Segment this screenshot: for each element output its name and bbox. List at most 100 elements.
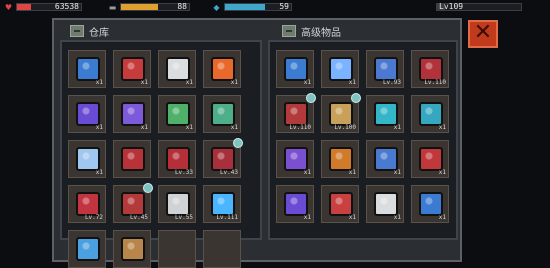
wood-rod-icon bbox=[121, 237, 145, 261]
red-chip-icon bbox=[419, 147, 443, 171]
blue-chip-icon bbox=[374, 147, 398, 171]
item-quantity: x1 bbox=[185, 124, 193, 131]
red-armor-icon bbox=[419, 57, 443, 81]
shield-icon: ▬ bbox=[108, 2, 117, 12]
inventory-slot[interactable]: x1 bbox=[321, 50, 359, 88]
inventory-slot[interactable] bbox=[158, 230, 196, 268]
item-quantity: x1 bbox=[95, 79, 103, 86]
inventory-slot[interactable]: x1 bbox=[68, 50, 106, 88]
inventory-slot[interactable]: Lv.45 bbox=[113, 183, 153, 223]
inventory-slot[interactable] bbox=[113, 140, 151, 178]
inventory-slot[interactable]: x1 bbox=[158, 95, 196, 133]
item-quantity: Lv.111 bbox=[216, 214, 238, 221]
inventory-slot[interactable]: x1 bbox=[113, 95, 151, 133]
inventory-slot[interactable]: Lv.55 bbox=[158, 185, 196, 223]
warehouse-panel: x1 x1 x1 x1 x1 x1 x1 x1 x1 Lv.33 Lv.43 Lv.72 Lv.45 Lv… bbox=[60, 40, 262, 268]
inventory-slot[interactable]: x1 bbox=[68, 140, 106, 178]
cpu-chip-blue-icon bbox=[284, 57, 308, 81]
inventory-slot[interactable]: x1 bbox=[276, 140, 314, 178]
item-quantity: x1 bbox=[303, 214, 311, 221]
inventory-slot[interactable] bbox=[68, 230, 106, 268]
red-blade-icon bbox=[166, 192, 190, 216]
energy-bar-fill bbox=[225, 4, 265, 10]
item-quantity: Lv.110 bbox=[289, 124, 311, 131]
inventory-slot[interactable]: Lv.100 bbox=[321, 93, 361, 133]
item-quantity: Lv.55 bbox=[174, 214, 193, 221]
inventory-slot[interactable]: Lv.43 bbox=[203, 138, 243, 178]
inventory-slot[interactable]: Lv.110 bbox=[276, 93, 316, 133]
advanced-items-header: 高级物品 bbox=[282, 23, 341, 39]
blue-staff-icon bbox=[76, 237, 100, 261]
inventory-slot[interactable]: x1 bbox=[276, 50, 314, 88]
purple-chip-2-icon bbox=[284, 192, 308, 216]
armor-bar-fill bbox=[121, 4, 159, 10]
item-quantity: Lv.45 bbox=[129, 214, 148, 221]
cyan-chip-2-icon bbox=[419, 102, 443, 126]
inventory-slot[interactable]: x1 bbox=[366, 140, 404, 178]
orange-chip-icon bbox=[329, 147, 353, 171]
inventory-slot[interactable]: Lv.93 bbox=[366, 50, 404, 88]
inventory-slot[interactable]: Lv.33 bbox=[158, 140, 196, 178]
inventory-slot[interactable]: Lv.111 bbox=[203, 185, 241, 223]
inventory-slot[interactable]: x1 bbox=[113, 50, 151, 88]
chest-icon bbox=[282, 25, 296, 37]
item-quantity: Lv.110 bbox=[424, 79, 446, 86]
level-value: Lv109 bbox=[439, 2, 464, 11]
close-button[interactable]: ✕ bbox=[468, 20, 498, 48]
hp-bar: 63538 bbox=[16, 2, 82, 11]
new-item-badge bbox=[233, 138, 243, 148]
armor-value: 88 bbox=[177, 2, 187, 11]
item-quantity: x1 bbox=[303, 169, 311, 176]
inventory-slot[interactable]: x1 bbox=[68, 95, 106, 133]
inventory-slot[interactable] bbox=[203, 230, 241, 268]
heart-chip-green-icon bbox=[166, 102, 190, 126]
item-quantity: x1 bbox=[348, 79, 356, 86]
blue-legguards-icon bbox=[374, 57, 398, 81]
heart-chip-teal-icon bbox=[211, 102, 235, 126]
inventory-slot[interactable]: x1 bbox=[158, 50, 196, 88]
item-quantity: x1 bbox=[95, 169, 103, 176]
level-stat: Lv109 bbox=[436, 2, 522, 12]
red-sword-icon bbox=[329, 102, 353, 126]
ice-gem-icon bbox=[76, 147, 100, 171]
energy-icon: ◆ bbox=[213, 2, 220, 12]
cyan-chip-icon bbox=[374, 102, 398, 126]
inventory-slot[interactable]: x1 bbox=[203, 50, 241, 88]
inventory-slot[interactable]: Lv.110 bbox=[411, 50, 449, 88]
inventory-slot[interactable]: x1 bbox=[203, 95, 241, 133]
item-quantity: Lv.93 bbox=[382, 79, 401, 86]
warehouse-header: 仓库 bbox=[70, 23, 109, 39]
hp-bar-fill bbox=[17, 4, 32, 10]
inventory-slot[interactable]: x1 bbox=[411, 95, 449, 133]
inventory-slot[interactable]: x1 bbox=[276, 185, 314, 223]
new-item-badge bbox=[306, 93, 316, 103]
item-quantity: x1 bbox=[230, 124, 238, 131]
shield-chip-purple-icon bbox=[76, 102, 100, 126]
inventory-slot[interactable]: Lv.72 bbox=[68, 185, 106, 223]
shield-chip-violet-icon bbox=[121, 102, 145, 126]
warehouse-grid: x1 x1 x1 x1 x1 x1 x1 x1 x1 Lv.33 Lv.43 Lv.72 Lv.45 Lv… bbox=[68, 50, 243, 268]
red-helmet-icon bbox=[284, 102, 308, 126]
ice-gem-burst-icon bbox=[329, 57, 353, 81]
inventory-slot[interactable] bbox=[113, 230, 151, 268]
item-quantity: Lv.100 bbox=[334, 124, 356, 131]
red-armor-icon bbox=[121, 147, 145, 171]
item-quantity: x1 bbox=[140, 124, 148, 131]
inventory-slot[interactable]: x1 bbox=[366, 185, 404, 223]
item-quantity: Lv.33 bbox=[174, 169, 193, 176]
energy-value: 59 bbox=[279, 2, 289, 11]
inventory-slot[interactable]: x1 bbox=[321, 185, 359, 223]
item-quantity: x1 bbox=[348, 214, 356, 221]
item-quantity: x1 bbox=[230, 79, 238, 86]
energy-bar: 59 bbox=[224, 2, 292, 11]
inventory-slot[interactable]: x1 bbox=[321, 140, 359, 178]
scroll-chip-white-icon bbox=[166, 57, 190, 81]
inventory-slot[interactable]: x1 bbox=[411, 185, 449, 223]
advanced-items-grid: x1 x1 Lv.93 Lv.110 Lv.110 Lv.100 x1 x1 x1 x1 x1 x1 x… bbox=[276, 50, 449, 223]
inventory-slot[interactable]: x1 bbox=[366, 95, 404, 133]
inventory-slot[interactable]: x1 bbox=[411, 140, 449, 178]
item-quantity: Lv.43 bbox=[219, 169, 238, 176]
heart-chip-red-icon bbox=[121, 57, 145, 81]
item-quantity: Lv.72 bbox=[84, 214, 103, 221]
fire-gem-icon bbox=[211, 57, 235, 81]
